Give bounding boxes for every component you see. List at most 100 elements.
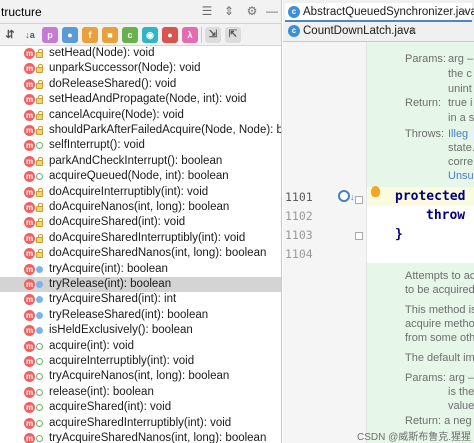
code-line-1101[interactable]: protected b	[367, 187, 474, 206]
method-icon: m	[24, 402, 35, 414]
doc-throws-link[interactable]: Illeg	[448, 128, 468, 140]
code-line-1102[interactable]: throw n	[367, 206, 474, 225]
tree-item[interactable]: m setHeadAndPropagate(Node, int): void	[0, 92, 281, 107]
tree-item-label: shouldParkAfterFailedAcquire(Node, Node)…	[49, 124, 281, 136]
class-icon: c	[288, 6, 300, 18]
show-inherited-icon[interactable]: ■	[102, 27, 118, 43]
public-icon	[36, 358, 43, 365]
collapse-all-icon[interactable]: ☰	[200, 4, 214, 18]
tree-item-label: tryAcquireNanos(int, long): boolean	[49, 370, 230, 383]
tree-item[interactable]: m doReleaseShared(): void	[0, 77, 281, 92]
tab-label: CountDownLatch.java	[303, 25, 416, 37]
doc-throws-link[interactable]: Unsup	[448, 170, 474, 182]
protected-key-icon	[36, 311, 43, 319]
close-icon[interactable]: ×	[461, 3, 467, 22]
tree-item-label: tryAcquireShared(int): int	[49, 293, 177, 306]
private-lock-icon	[36, 126, 43, 135]
show-non-public-icon[interactable]: ●	[162, 27, 178, 43]
code-line-1104[interactable]	[367, 244, 474, 263]
tree-item[interactable]: m tryAcquireSharedNanos(int, long): boole…	[0, 431, 281, 443]
tree-item[interactable]: m acquire(int): void	[0, 339, 281, 354]
fold-marker-icon[interactable]	[355, 232, 363, 240]
tree-item-label: isHeldExclusively(): boolean	[49, 324, 193, 337]
lightbulb-icon[interactable]	[371, 186, 380, 197]
private-lock-icon	[36, 95, 43, 105]
tree-item[interactable]: m setHead(Node): void	[0, 46, 281, 61]
tree-item[interactable]: m tryReleaseShared(int): boolean	[0, 308, 281, 323]
tree-item-label: doAcquireInterruptibly(int): void	[49, 185, 209, 198]
tree-item[interactable]: m doAcquireShared(int): void	[0, 215, 281, 230]
public-icon	[36, 404, 43, 412]
code-line-1103[interactable]: }	[367, 225, 474, 244]
method-icon: m	[24, 294, 35, 306]
tree-item[interactable]: m doAcquireSharedNanos(int, long): boolea…	[0, 246, 281, 261]
doc-text-line: is the	[448, 386, 474, 398]
tree-item[interactable]: m tryAcquireNanos(int, long): boolean	[0, 369, 281, 384]
method-icon: m	[24, 356, 35, 367]
tree-item[interactable]: m tryAcquireShared(int): int	[0, 292, 281, 307]
autoscroll-from-source-icon[interactable]: ⇱	[225, 27, 241, 43]
method-icon: m	[24, 125, 35, 136]
tree-item[interactable]: m isHeldExclusively(): boolean	[0, 323, 281, 338]
tree-item-label: cancelAcquire(Node): void	[49, 108, 184, 121]
method-icon: m	[24, 155, 35, 167]
private-lock-icon	[36, 64, 43, 74]
private-lock-icon	[36, 156, 43, 166]
tree-item[interactable]: m doAcquireInterruptibly(int): void	[0, 185, 281, 200]
public-icon	[36, 142, 43, 150]
tree-item[interactable]: m selfInterrupt(): void	[0, 138, 281, 153]
method-icon: m	[24, 340, 35, 352]
private-lock-icon	[36, 79, 43, 89]
close-icon[interactable]: ×	[410, 22, 416, 41]
tree-item[interactable]: m acquireQueued(Node, int): boolean	[0, 169, 281, 184]
tree-item-label: tryAcquireSharedNanos(int, long): boolea…	[49, 432, 267, 443]
tree-item[interactable]: m shouldParkAfterFailedAcquire(Node, Node…	[0, 123, 281, 138]
tree-item[interactable]: m cancelAcquire(Node): void	[0, 108, 281, 123]
expand-all-icon[interactable]: ⇕	[222, 4, 236, 18]
minimize-icon[interactable]: —	[265, 4, 279, 18]
method-icon: m	[24, 217, 35, 229]
show-fields-f-icon[interactable]: f	[82, 27, 98, 43]
overrides-method-icon[interactable]	[338, 190, 350, 202]
method-icon: m	[24, 94, 35, 106]
tree-item[interactable]: m acquireInterruptibly(int): void	[0, 354, 281, 369]
tab-abstract-queued-synchronizer[interactable]: c AbstractQueuedSynchronizer.java ×	[285, 3, 474, 22]
doc-text-line: from some oth	[405, 332, 474, 344]
doc-text-line: value	[448, 400, 474, 412]
tree-item[interactable]: m acquireShared(int): void	[0, 400, 281, 415]
tree-item[interactable]: m unparkSuccessor(Node): void	[0, 61, 281, 76]
gear-icon[interactable]: ⚙	[245, 4, 259, 18]
public-icon	[36, 419, 43, 427]
tree-item[interactable]: m tryRelease(int): boolean	[0, 277, 281, 293]
tree-item[interactable]: m doAcquireNanos(int, long): boolean	[0, 200, 281, 215]
fold-marker-icon[interactable]	[355, 196, 363, 204]
show-properties-icon[interactable]: p	[42, 27, 58, 43]
tree-item[interactable]: m release(int): boolean	[0, 385, 281, 400]
tree-item[interactable]: m doAcquireSharedInterruptibly(int): void	[0, 231, 281, 246]
tree-item-label: doAcquireNanos(int, long): boolean	[49, 201, 230, 213]
editor-gutter	[283, 42, 359, 443]
show-anonymous-icon[interactable]: c	[122, 27, 138, 43]
method-icon: m	[24, 171, 35, 183]
method-icon: m	[24, 232, 35, 244]
tree-item[interactable]: m tryAcquire(int): boolean	[0, 262, 281, 277]
method-icon: m	[24, 263, 35, 275]
doc-throws-key: Throws:	[405, 128, 445, 140]
tab-count-down-latch[interactable]: c CountDownLatch.java ×	[285, 22, 425, 41]
method-icon: m	[24, 371, 35, 383]
editor: c AbstractQueuedSynchronizer.java × c Co…	[283, 0, 474, 443]
lambda-icon[interactable]: λ	[182, 27, 198, 43]
show-fields-icon[interactable]: ●	[62, 27, 78, 43]
show-lambdas-icon[interactable]: ◉	[142, 27, 158, 43]
method-icon: m	[24, 186, 35, 198]
doc-text-line: Attempts to ac	[405, 270, 474, 282]
tree-item-label: parkAndCheckInterrupt(): boolean	[49, 154, 223, 167]
public-icon	[36, 342, 43, 350]
tree-item[interactable]: m acquireSharedInterruptibly(int): void	[0, 416, 281, 431]
sort-visibility-icon[interactable]: ⇵	[2, 27, 18, 43]
autoscroll-to-source-icon[interactable]: ⇲	[205, 27, 221, 43]
tree-item-label: setHeadAndPropagate(Node, int): void	[49, 93, 247, 106]
method-icon: m	[24, 309, 35, 321]
tree-item[interactable]: m parkAndCheckInterrupt(): boolean	[0, 154, 281, 169]
sort-alpha-icon[interactable]: ↓a	[22, 27, 38, 43]
